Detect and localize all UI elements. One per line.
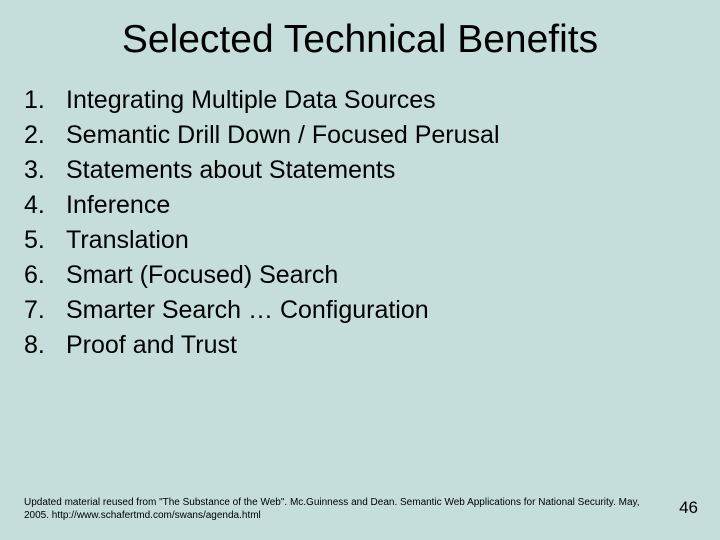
footer-citation: Updated material reused from "The Substa… [24, 496, 660, 522]
list-item: 2. Semantic Drill Down / Focused Perusal [24, 121, 696, 150]
list-item: 7. Smarter Search … Configuration [24, 296, 696, 325]
list-number: 1. [24, 86, 66, 115]
list-number: 3. [24, 156, 66, 185]
list-number: 7. [24, 296, 66, 325]
list-text: Inference [66, 191, 696, 220]
list-item: 8. Proof and Trust [24, 331, 696, 360]
list-number: 8. [24, 331, 66, 360]
list-number: 6. [24, 261, 66, 290]
list-item: 6. Smart (Focused) Search [24, 261, 696, 290]
list-text: Translation [66, 226, 696, 255]
list-item: 3. Statements about Statements [24, 156, 696, 185]
list-text: Statements about Statements [66, 156, 696, 185]
list-number: 2. [24, 121, 66, 150]
list-item: 5. Translation [24, 226, 696, 255]
list-item: 1. Integrating Multiple Data Sources [24, 86, 696, 115]
list-text: Integrating Multiple Data Sources [66, 86, 696, 115]
benefits-list: 1. Integrating Multiple Data Sources 2. … [0, 86, 720, 360]
list-text: Semantic Drill Down / Focused Perusal [66, 121, 696, 150]
page-number: 46 [679, 498, 698, 518]
list-item: 4. Inference [24, 191, 696, 220]
list-text: Proof and Trust [66, 331, 696, 360]
list-number: 4. [24, 191, 66, 220]
slide-title: Selected Technical Benefits [0, 0, 720, 86]
list-number: 5. [24, 226, 66, 255]
list-text: Smart (Focused) Search [66, 261, 696, 290]
list-text: Smarter Search … Configuration [66, 296, 696, 325]
